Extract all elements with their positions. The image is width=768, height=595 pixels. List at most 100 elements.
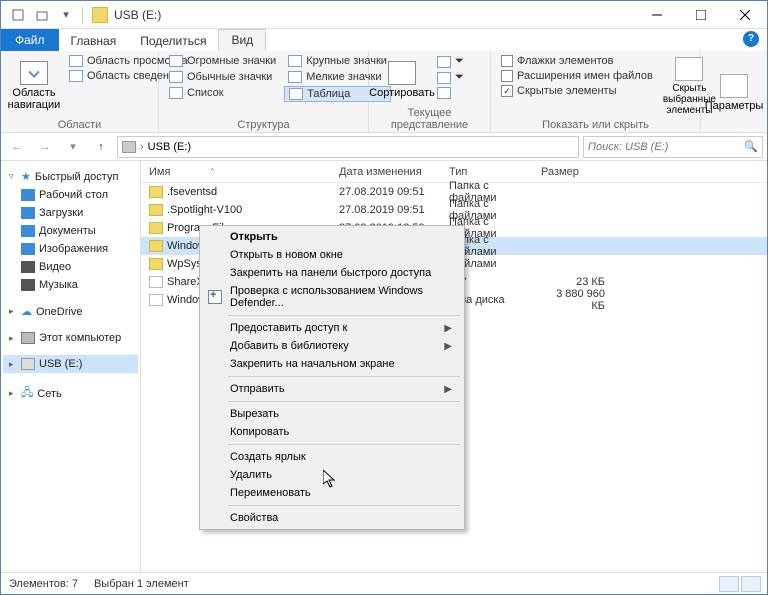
file-icon xyxy=(149,294,163,306)
hidden-items-toggle[interactable]: Скрытые элементы xyxy=(497,84,657,98)
tree-network[interactable]: ▸🖧Сеть xyxy=(3,381,138,406)
status-bar: Элементов: 7 Выбран 1 элемент xyxy=(1,572,767,594)
drive-icon xyxy=(92,7,108,23)
current-view-group-label: Текущее представление xyxy=(375,106,484,131)
col-name[interactable]: Имя^ xyxy=(141,166,331,178)
tree-quick-access[interactable]: ▿★Быстрый доступ xyxy=(3,167,138,186)
tree-onedrive[interactable]: ▸☁OneDrive xyxy=(3,302,138,321)
view-details-button[interactable] xyxy=(719,576,739,592)
view-icons-button[interactable] xyxy=(741,576,761,592)
help-button[interactable]: ? xyxy=(743,31,759,47)
file-name: .Spotlight-V100 xyxy=(167,204,242,216)
search-icon: 🔍 xyxy=(744,140,758,153)
folder-icon xyxy=(149,240,163,252)
qa-new-folder-icon[interactable] xyxy=(31,4,53,26)
sort-button[interactable]: Сортировать xyxy=(375,54,429,106)
ctx-pin-start[interactable]: Закрепить на начальном экране xyxy=(202,355,462,373)
show-hide-group-label: Показать или скрыть xyxy=(497,118,694,131)
tree-this-pc[interactable]: ▸Этот компьютер xyxy=(3,329,138,347)
nav-forward-button[interactable]: → xyxy=(33,135,57,159)
tree-downloads[interactable]: Загрузки xyxy=(3,204,138,222)
tree-music[interactable]: Музыка xyxy=(3,276,138,294)
folder-icon xyxy=(149,186,163,198)
search-box[interactable]: 🔍 xyxy=(583,136,763,158)
add-columns-button[interactable]: ⏷ xyxy=(433,70,468,85)
ctx-grant-access[interactable]: Предоставить доступ к▶ xyxy=(202,319,462,337)
ctx-windows-defender[interactable]: Проверка с использованием Windows Defend… xyxy=(202,282,462,312)
file-date: 27.08.2019 09:51 xyxy=(331,204,441,216)
nav-back-button[interactable]: ← xyxy=(5,135,29,159)
options-button[interactable]: Параметры xyxy=(707,54,761,131)
nav-recent-button[interactable]: ▾ xyxy=(61,135,85,159)
col-size[interactable]: Размер xyxy=(533,166,613,178)
tree-desktop[interactable]: Рабочий стол xyxy=(3,186,138,204)
maximize-button[interactable] xyxy=(679,1,723,29)
ctx-delete[interactable]: Удалить xyxy=(202,466,462,484)
tab-share[interactable]: Поделиться xyxy=(128,31,218,51)
tree-pictures[interactable]: Изображения xyxy=(3,240,138,258)
window-title: USB (E:) xyxy=(112,8,635,22)
sort-label: Сортировать xyxy=(369,87,435,99)
ctx-create-shortcut[interactable]: Создать ярлык xyxy=(202,448,462,466)
options-label: Параметры xyxy=(705,100,764,112)
defender-icon xyxy=(208,290,222,304)
submenu-arrow-icon: ▶ xyxy=(444,323,452,334)
panes-group-label: Области xyxy=(7,118,152,131)
file-extensions-toggle[interactable]: Расширения имен файлов xyxy=(497,69,657,83)
qa-dropdown-icon[interactable]: ▾ xyxy=(55,4,77,26)
file-icon xyxy=(149,276,163,288)
nav-pane-button[interactable]: Область навигации xyxy=(7,54,61,118)
file-date: 27.08.2019 09:51 xyxy=(331,186,441,198)
qa-properties-icon[interactable] xyxy=(7,4,29,26)
tree-video[interactable]: Видео xyxy=(3,258,138,276)
fit-columns-button[interactable] xyxy=(433,86,468,100)
layout-medium[interactable]: Обычные значки xyxy=(165,70,280,84)
layout-huge[interactable]: Огромные значки xyxy=(165,54,280,68)
ctx-copy[interactable]: Копировать xyxy=(202,423,462,441)
nav-up-button[interactable]: ↑ xyxy=(89,135,113,159)
folder-icon xyxy=(149,258,163,270)
chevron-icon: › xyxy=(140,141,144,153)
submenu-arrow-icon: ▶ xyxy=(444,341,452,352)
ctx-rename[interactable]: Переименовать xyxy=(202,484,462,502)
minimize-button[interactable] xyxy=(635,1,679,29)
ribbon: Область навигации Область просмотра Обла… xyxy=(1,51,767,133)
title-bar: ▾ USB (E:) xyxy=(1,1,767,29)
drive-icon xyxy=(122,141,136,153)
tab-file[interactable]: Файл xyxy=(1,29,59,51)
ctx-open[interactable]: Открыть xyxy=(202,228,462,246)
address-segment[interactable]: USB (E:) xyxy=(148,141,191,153)
ctx-open-new-window[interactable]: Открыть в новом окне xyxy=(202,246,462,264)
file-size: 23 КБ xyxy=(533,276,613,288)
item-checkboxes-toggle[interactable]: Флажки элементов xyxy=(497,54,657,68)
ctx-pin-quick-access[interactable]: Закрепить на панели быстрого доступа xyxy=(202,264,462,282)
address-bar[interactable]: › USB (E:) xyxy=(117,136,579,158)
group-by-button[interactable]: ⏷ xyxy=(433,54,468,69)
navigation-tree[interactable]: ▿★Быстрый доступ Рабочий стол Загрузки Д… xyxy=(1,161,141,572)
folder-icon xyxy=(149,204,163,216)
col-type[interactable]: Тип xyxy=(441,166,533,178)
ctx-properties[interactable]: Свойства xyxy=(202,509,462,527)
status-item-count: Элементов: 7 xyxy=(9,578,78,590)
tab-view[interactable]: Вид xyxy=(218,29,266,51)
nav-pane-label: Область навигации xyxy=(8,87,61,111)
file-name: .fseventsd xyxy=(167,186,217,198)
search-input[interactable] xyxy=(588,141,744,153)
col-date[interactable]: Дата изменения xyxy=(331,166,441,178)
tab-main[interactable]: Главная xyxy=(59,31,129,51)
ctx-cut[interactable]: Вырезать xyxy=(202,405,462,423)
layout-group-label: Структура xyxy=(165,118,362,131)
ribbon-tabs: Файл Главная Поделиться Вид ? xyxy=(1,29,767,51)
folder-icon xyxy=(149,222,163,234)
layout-list[interactable]: Список xyxy=(165,86,280,100)
submenu-arrow-icon: ▶ xyxy=(444,384,452,395)
close-button[interactable] xyxy=(723,1,767,29)
ctx-send-to[interactable]: Отправить▶ xyxy=(202,380,462,398)
context-menu: Открыть Открыть в новом окне Закрепить н… xyxy=(199,225,465,530)
status-selection: Выбран 1 элемент xyxy=(94,578,189,590)
tree-usb-drive[interactable]: ▸USB (E:) xyxy=(3,355,138,373)
file-size: 3 880 960 КБ xyxy=(533,288,613,312)
tree-documents[interactable]: Документы xyxy=(3,222,138,240)
ctx-add-library[interactable]: Добавить в библиотеку▶ xyxy=(202,337,462,355)
address-bar-row: ← → ▾ ↑ › USB (E:) 🔍 xyxy=(1,133,767,161)
